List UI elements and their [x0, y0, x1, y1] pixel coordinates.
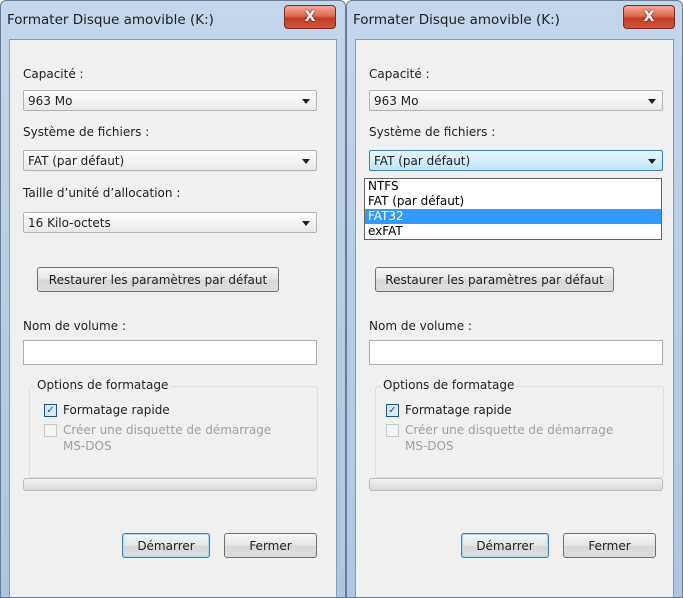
filesystem-dropdown-list: NTFS FAT (par défaut) FAT32 exFAT: [364, 178, 662, 240]
filesystem-value: FAT (par défaut): [28, 154, 125, 168]
format-options-title: Options de formatage: [381, 378, 517, 392]
capacity-label: Capacité :: [369, 67, 430, 81]
volume-label: Nom de volume :: [369, 319, 472, 333]
msdos-boot-checkbox[interactable]: [386, 424, 399, 437]
quick-format-label: Formatage rapide: [63, 403, 170, 417]
volume-label: Nom de volume :: [23, 319, 126, 333]
msdos-boot-label: Créer une disquette de démarrage: [63, 423, 272, 437]
start-button[interactable]: Démarrer: [122, 533, 210, 558]
format-dialog-right: Formater Disque amovible (K:) X Capacité…: [346, 0, 683, 598]
format-options-title: Options de formatage: [35, 378, 171, 392]
capacity-select[interactable]: 963 Mo: [369, 90, 663, 111]
volume-name-input[interactable]: [369, 340, 663, 365]
option-fat32[interactable]: FAT32: [365, 209, 661, 224]
filesystem-label: Système de fichiers :: [23, 125, 150, 139]
msdos-boot-label: Créer une disquette de démarrage: [405, 423, 614, 437]
quick-format-label: Formatage rapide: [405, 403, 512, 417]
dialog-body: Capacité : 963 Mo Système de fichiers : …: [9, 39, 337, 597]
close-window-button[interactable]: X: [284, 5, 336, 29]
close-button[interactable]: Fermer: [563, 533, 656, 558]
chevron-down-icon: [302, 221, 310, 226]
format-options-group: Options de formatage ✓ Formatage rapide …: [375, 378, 664, 478]
close-window-button[interactable]: X: [623, 5, 675, 29]
format-options-group: Options de formatage ✓ Formatage rapide …: [29, 378, 318, 478]
msdos-boot-label-line2: MS-DOS: [405, 439, 454, 453]
chevron-down-icon: [302, 99, 310, 104]
filesystem-select[interactable]: FAT (par défaut): [369, 150, 663, 171]
close-icon: X: [643, 9, 655, 25]
volume-name-input[interactable]: [23, 340, 317, 365]
msdos-boot-checkbox[interactable]: [44, 424, 57, 437]
option-fat[interactable]: FAT (par défaut): [365, 194, 661, 209]
dialog-body: Capacité : 963 Mo Système de fichiers : …: [355, 39, 674, 597]
filesystem-label: Système de fichiers :: [369, 125, 496, 139]
allocation-value: 16 Kilo-octets: [28, 216, 111, 230]
capacity-value: 963 Mo: [374, 94, 419, 108]
format-progress-bar: [369, 478, 663, 491]
chevron-down-icon: [648, 159, 656, 164]
capacity-label: Capacité :: [23, 67, 84, 81]
option-exfat[interactable]: exFAT: [365, 224, 661, 239]
start-button[interactable]: Démarrer: [461, 533, 549, 558]
allocation-select[interactable]: 16 Kilo-octets: [23, 212, 317, 233]
format-dialog-left: Formater Disque amovible (K:) X Capacité…: [0, 0, 346, 598]
chevron-down-icon: [302, 159, 310, 164]
restore-defaults-button[interactable]: Restaurer les paramètres par défaut: [37, 267, 279, 292]
capacity-select[interactable]: 963 Mo: [23, 90, 317, 111]
msdos-boot-label-line2: MS-DOS: [63, 439, 112, 453]
allocation-label: Taille d’unité d’allocation :: [23, 186, 181, 200]
format-progress-bar: [23, 478, 317, 491]
restore-defaults-button[interactable]: Restaurer les paramètres par défaut: [375, 267, 614, 292]
chevron-down-icon: [648, 99, 656, 104]
capacity-value: 963 Mo: [28, 94, 73, 108]
quick-format-checkbox[interactable]: ✓: [386, 404, 399, 417]
filesystem-value: FAT (par défaut): [374, 154, 471, 168]
quick-format-checkbox[interactable]: ✓: [44, 404, 57, 417]
window-title: Formater Disque amovible (K:): [7, 12, 214, 28]
close-icon: X: [304, 9, 316, 25]
close-button[interactable]: Fermer: [224, 533, 317, 558]
filesystem-select[interactable]: FAT (par défaut): [23, 150, 317, 171]
option-ntfs[interactable]: NTFS: [365, 179, 661, 194]
window-title: Formater Disque amovible (K:): [353, 12, 560, 28]
